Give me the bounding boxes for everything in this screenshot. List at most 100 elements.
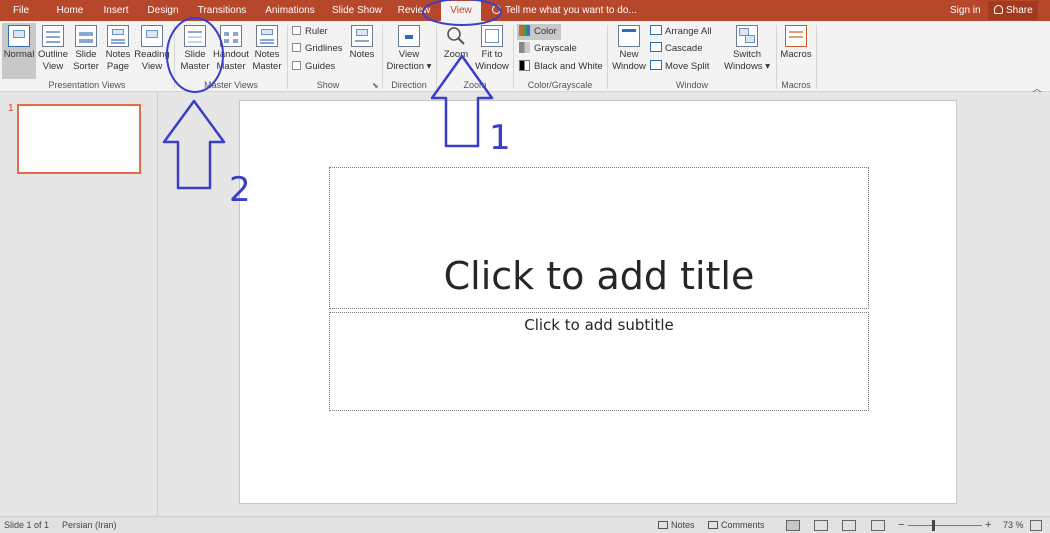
slide-master-button[interactable]: Slide Master xyxy=(177,23,213,79)
handout-master-button[interactable]: Handout Master xyxy=(213,23,249,79)
notes-page-button[interactable]: Notes Page xyxy=(102,23,134,79)
tab-design[interactable]: Design xyxy=(143,0,183,21)
new-window-button[interactable]: New Window xyxy=(611,23,647,79)
zoom-group-label: Zoom xyxy=(463,80,487,90)
arrange-all-button[interactable]: Arrange All xyxy=(650,24,711,40)
slide-sorter-icon xyxy=(75,25,97,47)
checkbox-icon xyxy=(292,43,301,52)
fit-to-window-button[interactable]: Fit to Window xyxy=(474,23,510,79)
handout-master-label-line2: Master xyxy=(216,61,246,72)
notes-icon xyxy=(351,25,373,47)
tab-slide-show[interactable]: Slide Show xyxy=(328,0,386,21)
zoom-slider-track[interactable] xyxy=(908,525,982,526)
slide-sorter-button[interactable]: Slide Sorter xyxy=(70,23,102,79)
slide-count: Slide 1 of 1 xyxy=(4,520,50,530)
slide-thumbnail[interactable] xyxy=(17,104,141,174)
ruler-label: Ruler xyxy=(305,26,328,37)
sign-in-link[interactable]: Sign in xyxy=(950,0,981,21)
slide-master-label-line1: Slide xyxy=(184,49,206,60)
group-separator xyxy=(776,25,777,89)
new-window-label-line2: Window xyxy=(612,61,646,72)
gridlines-checkbox[interactable]: Gridlines xyxy=(292,43,343,54)
guides-checkbox[interactable]: Guides xyxy=(292,61,335,72)
subtitle-placeholder[interactable]: Click to add subtitle xyxy=(329,312,869,411)
notes-master-button[interactable]: Notes Master xyxy=(249,23,285,79)
group-separator xyxy=(382,25,383,89)
dialog-launcher-icon[interactable]: ⬊ xyxy=(372,81,379,90)
normal-view-button[interactable]: Normal xyxy=(2,23,36,79)
notes-page-label-line2: Page xyxy=(106,61,130,72)
group-separator xyxy=(607,25,608,89)
notes-icon xyxy=(658,521,668,529)
macros-icon xyxy=(785,25,807,47)
tell-me-box[interactable]: Tell me what you want to do... xyxy=(492,0,637,21)
reading-view-status-icon[interactable] xyxy=(842,520,856,531)
notes-toggle[interactable]: Notes xyxy=(658,517,695,533)
slide-canvas[interactable]: Click to add title Click to add subtitle xyxy=(239,100,957,504)
outline-label-line2: View xyxy=(42,61,64,72)
grayscale-button[interactable]: Grayscale xyxy=(519,41,577,57)
normal-view-icon xyxy=(8,25,30,47)
reading-view-button[interactable]: Reading View xyxy=(134,23,170,79)
tab-file[interactable]: File xyxy=(6,0,36,21)
guides-label: Guides xyxy=(305,61,336,72)
tab-home[interactable]: Home xyxy=(52,0,88,21)
gridlines-label: Gridlines xyxy=(305,43,343,54)
zoom-button[interactable]: Zoom xyxy=(439,23,473,79)
fit-label-line2: Window xyxy=(475,61,509,72)
tab-animations[interactable]: Animations xyxy=(260,0,320,21)
group-separator xyxy=(436,25,437,89)
reading-label-line2: View xyxy=(141,61,163,72)
zoom-out-button[interactable]: − xyxy=(898,517,904,533)
zoom-label: Zoom xyxy=(443,49,469,60)
zoom-level[interactable]: 73 % xyxy=(1003,517,1024,533)
tab-transitions[interactable]: Transitions xyxy=(193,0,251,21)
switch-label-line2: Windows ▾ xyxy=(724,61,770,72)
notes-master-label-line1: Notes xyxy=(254,49,280,60)
normal-view-status-icon[interactable] xyxy=(786,520,800,531)
group-separator xyxy=(174,25,175,89)
language-indicator[interactable]: Persian (Iran) xyxy=(62,517,117,533)
slide-editing-area: Click to add title Click to add subtitle xyxy=(159,92,1050,516)
cascade-icon xyxy=(650,42,662,52)
status-bar: Slide 1 of 1 Persian (Iran) Notes Commen… xyxy=(0,516,1050,533)
zoom-in-button[interactable]: + xyxy=(985,517,991,533)
cascade-button[interactable]: Cascade xyxy=(650,41,703,57)
move-split-icon xyxy=(650,60,662,70)
move-split-label: Move Split xyxy=(665,61,710,72)
zoom-slider-thumb[interactable] xyxy=(932,520,935,531)
slide-sorter-status-icon[interactable] xyxy=(814,520,828,531)
sorter-label-line2: Sorter xyxy=(73,61,99,72)
share-button[interactable]: Share xyxy=(988,1,1038,20)
comment-icon xyxy=(708,521,718,529)
view-direction-button[interactable]: View Direction ▾ xyxy=(385,23,433,79)
comments-status-label: Comments xyxy=(721,520,765,530)
arrange-all-label: Arrange All xyxy=(665,26,712,37)
grayscale-swatch-icon xyxy=(519,42,530,53)
tab-insert[interactable]: Insert xyxy=(98,0,134,21)
switch-windows-button[interactable]: Switch Windows ▾ xyxy=(722,23,772,79)
tab-review[interactable]: Review xyxy=(394,0,434,21)
move-split-button[interactable]: Move Split xyxy=(650,59,709,75)
title-placeholder[interactable]: Click to add title xyxy=(329,167,869,309)
new-window-label-line1: New xyxy=(619,49,639,60)
macros-button[interactable]: Macros xyxy=(779,23,813,79)
notes-button[interactable]: Notes xyxy=(346,23,378,79)
black-white-label: Black and White xyxy=(534,61,603,72)
outline-view-button[interactable]: Outline View xyxy=(36,23,70,79)
ruler-checkbox[interactable]: Ruler xyxy=(292,26,328,37)
slide-show-status-icon[interactable] xyxy=(871,520,885,531)
handout-master-icon xyxy=(220,25,242,47)
fit-slide-icon[interactable] xyxy=(1030,520,1042,531)
fit-to-window-icon xyxy=(481,25,503,47)
comments-toggle[interactable]: Comments xyxy=(708,517,765,533)
color-label: Color xyxy=(534,26,557,37)
switch-windows-icon xyxy=(736,25,758,47)
thumbnail-number: 1 xyxy=(8,103,14,114)
view-ribbon: Normal Outline View Slide Sorter Notes P… xyxy=(0,21,1050,95)
tab-view[interactable]: View xyxy=(441,1,481,21)
color-button[interactable]: Color xyxy=(517,24,561,40)
macros-group-label: Macros xyxy=(781,80,811,90)
notes-status-label: Notes xyxy=(671,520,695,530)
black-and-white-button[interactable]: Black and White xyxy=(519,59,603,75)
